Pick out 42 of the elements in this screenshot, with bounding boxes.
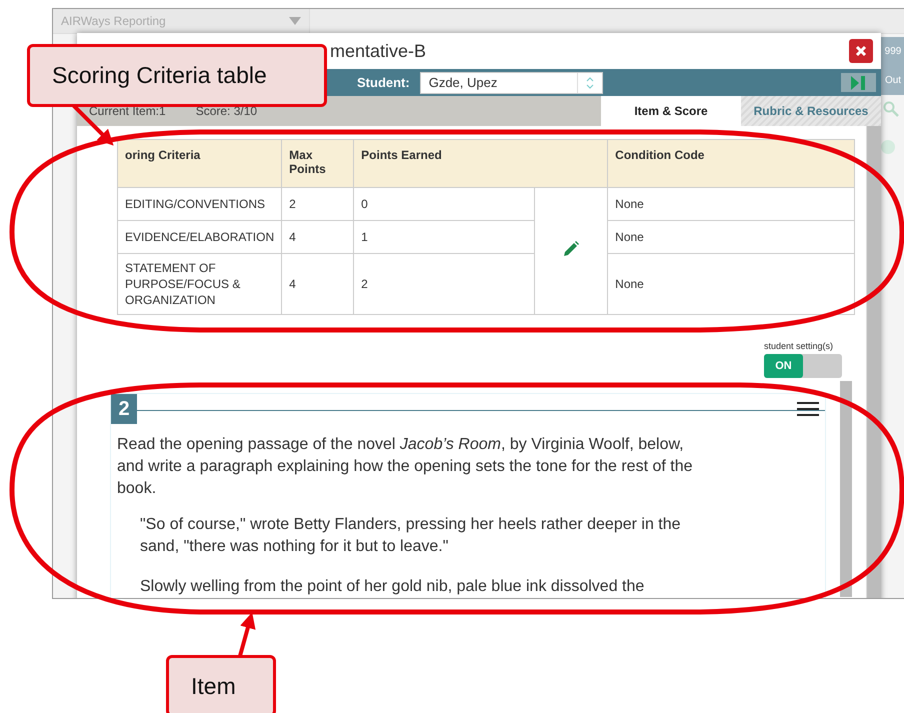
item-number: 2: [111, 394, 137, 424]
table-cell: None: [608, 188, 854, 220]
skip-forward-icon: [850, 76, 866, 90]
header-text: Out: [884, 75, 902, 86]
header-text: 999: [884, 46, 902, 57]
report-dropdown[interactable]: AIRWays Reporting: [53, 9, 310, 33]
table-cell: 2: [282, 188, 354, 220]
spinner-icon: [586, 76, 594, 90]
callout-arrow: [238, 612, 256, 657]
table-cell: EDITING/CONVENTIONS: [118, 188, 282, 220]
caret-icon: [289, 17, 301, 25]
table-cell: None: [608, 220, 854, 254]
scrollbar[interactable]: [840, 381, 852, 597]
item-prompt: Read the opening passage of the novel Jacob’s Room, by Virginia Woolf, below, and write a paragraph explaining how the opening sets the tone for the rest of the book.: [117, 435, 693, 499]
passage-paragraph: "So of course," wrote Betty Flanders, pressing her heels rather deeper in the sand, "there was nothing for it but to leave.": [140, 515, 682, 557]
column-header: Condition Code: [608, 140, 854, 188]
table-cell: EVIDENCE/ELABORATION: [118, 220, 282, 254]
column-header: Max Points: [282, 140, 354, 188]
passage-paragraph: Slowly welling from the point of her gold nib, pale blue ink dissolved the: [140, 577, 646, 597]
modal-title: mentative-B: [330, 40, 426, 62]
table-cell: 0: [354, 188, 535, 220]
callout-label: Scoring Criteria table: [27, 44, 327, 107]
settings-toggle[interactable]: ON: [764, 354, 842, 378]
callout-label: Item: [166, 655, 276, 713]
settings-label: student setting(s): [764, 341, 834, 351]
pencil-icon[interactable]: [562, 240, 580, 258]
menu-icon[interactable]: [797, 402, 819, 416]
table-cell: 4: [282, 254, 354, 314]
column-header: Points Earned: [354, 140, 608, 188]
table-cell: STATEMENT OF PURPOSE/FOCUS & ORGANIZATION: [118, 254, 282, 314]
student-label: Student:: [357, 75, 410, 90]
tab[interactable]: Rubric & Resources: [741, 96, 881, 126]
score-text: Score: 3/10: [196, 104, 258, 118]
circle-icon: [881, 140, 895, 154]
close-button[interactable]: [849, 39, 873, 63]
student-field[interactable]: Gzde, Upez: [420, 72, 603, 94]
close-icon: [855, 45, 867, 57]
column-header: oring Criteria: [118, 140, 282, 188]
scrollbar[interactable]: [866, 126, 881, 598]
table-cell: 4: [282, 220, 354, 254]
table-cell: None: [608, 254, 854, 314]
current-item-text: Current Item:1: [89, 104, 166, 118]
